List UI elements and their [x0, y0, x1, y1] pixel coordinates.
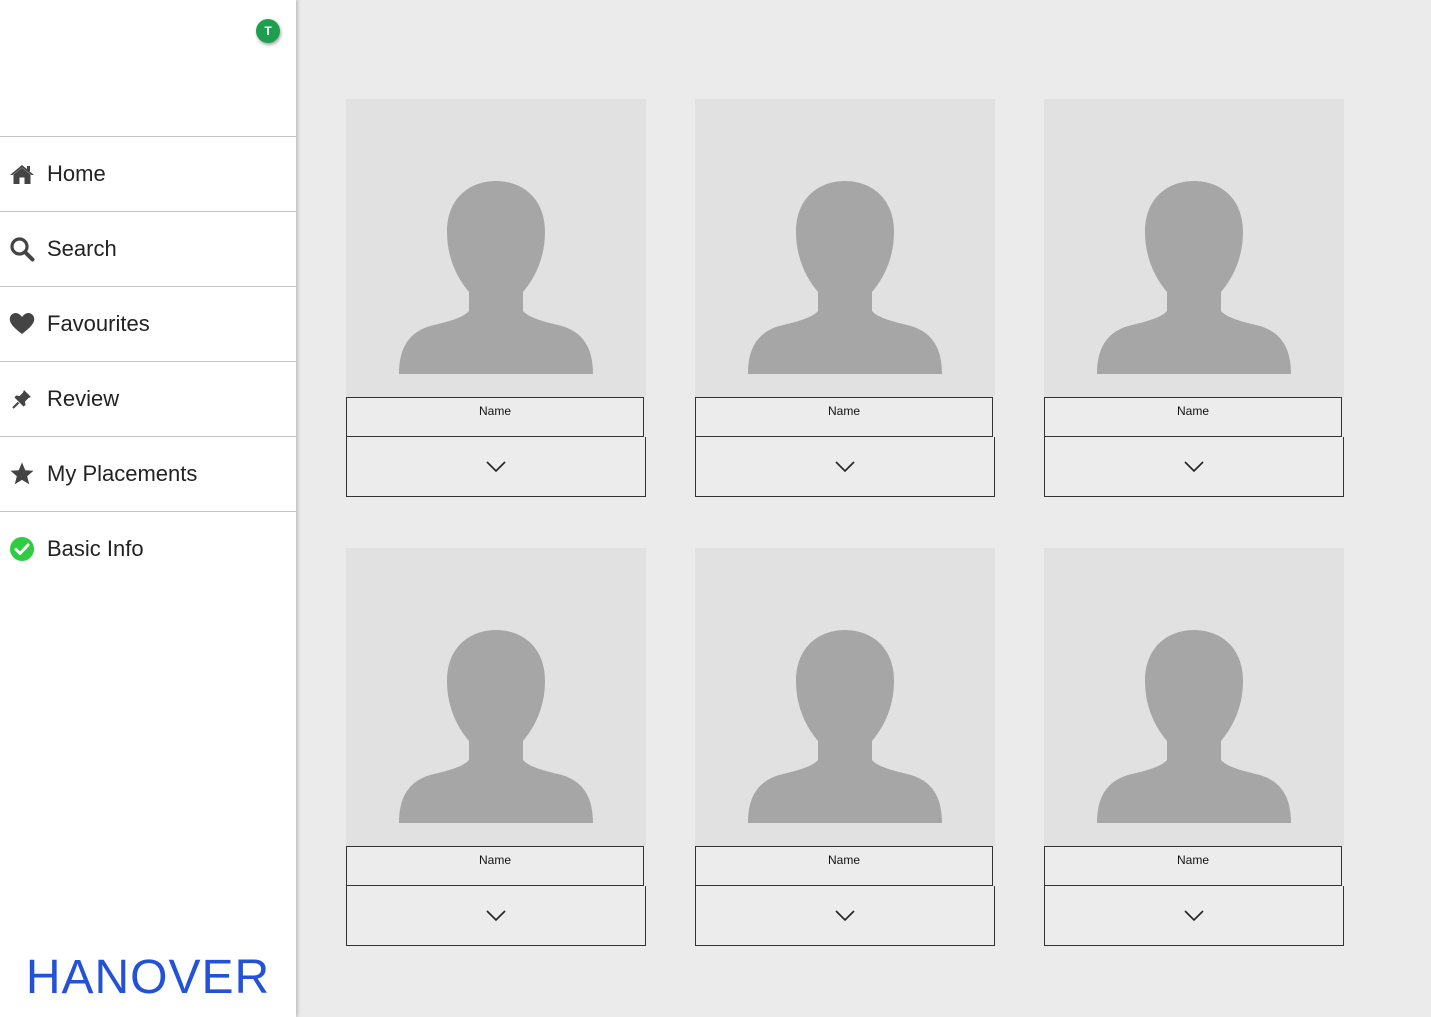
sidebar-item-home[interactable]: Home [0, 137, 296, 212]
chevron-down-icon [835, 909, 855, 921]
profile-name: Name [695, 846, 993, 886]
profile-name: Name [1044, 397, 1342, 437]
sidebar-item-label: Search [47, 236, 117, 261]
person-silhouette-icon [399, 630, 593, 823]
sidebar-item-label: Home [47, 161, 106, 186]
profile-name: Name [695, 397, 993, 437]
chevron-down-icon [1184, 909, 1204, 921]
search-icon [9, 236, 35, 262]
sidebar-item-basic-info[interactable]: Basic Info [0, 512, 296, 586]
expand-button[interactable] [695, 437, 995, 497]
expand-button[interactable] [346, 437, 646, 497]
chevron-down-icon [1184, 460, 1204, 472]
person-silhouette-icon [399, 181, 593, 374]
star-icon [9, 461, 35, 487]
profile-card[interactable]: Name [346, 548, 646, 946]
sidebar-item-label: My Placements [47, 461, 198, 486]
profile-card[interactable]: Name [695, 99, 995, 497]
profile-photo-placeholder [695, 99, 995, 397]
profile-name: Name [1044, 846, 1342, 886]
sidebar-item-label: Favourites [47, 311, 150, 336]
sidebar-item-my-placements[interactable]: My Placements [0, 437, 296, 512]
profile-card[interactable]: Name [1044, 548, 1344, 946]
sidebar-nav: Home Search Favourites Review My Placeme… [0, 136, 296, 586]
user-avatar[interactable]: T [256, 19, 280, 43]
chevron-down-icon [486, 909, 506, 921]
sidebar-item-favourites[interactable]: Favourites [0, 287, 296, 362]
person-silhouette-icon [748, 630, 942, 823]
heart-icon [9, 311, 35, 337]
chevron-down-icon [835, 460, 855, 472]
expand-button[interactable] [1044, 437, 1344, 497]
brand-logo: HANOVER [25, 951, 271, 1004]
person-silhouette-icon [1097, 181, 1291, 374]
sidebar-item-review[interactable]: Review [0, 362, 296, 437]
expand-button[interactable] [695, 886, 995, 946]
profile-photo-placeholder [695, 548, 995, 846]
profile-card[interactable]: Name [695, 548, 995, 946]
profile-name: Name [346, 397, 644, 437]
check-circle-icon [9, 536, 35, 562]
person-silhouette-icon [748, 181, 942, 374]
profile-photo-placeholder [346, 99, 646, 397]
sidebar: T Home Search Favourites Review My Place… [0, 0, 296, 1017]
profile-grid: Name Name Name Name Name Name [296, 0, 1431, 1017]
sidebar-item-search[interactable]: Search [0, 212, 296, 287]
person-silhouette-icon [1097, 630, 1291, 823]
profile-card[interactable]: Name [1044, 99, 1344, 497]
sidebar-item-label: Review [47, 386, 120, 411]
home-icon [9, 161, 35, 187]
profile-photo-placeholder [346, 548, 646, 846]
expand-button[interactable] [346, 886, 646, 946]
sidebar-item-label: Basic Info [47, 536, 144, 561]
expand-button[interactable] [1044, 886, 1344, 946]
profile-photo-placeholder [1044, 99, 1344, 397]
profile-name: Name [346, 846, 644, 886]
profile-card[interactable]: Name [346, 99, 646, 497]
pin-icon [9, 386, 35, 412]
profile-photo-placeholder [1044, 548, 1344, 846]
chevron-down-icon [486, 460, 506, 472]
